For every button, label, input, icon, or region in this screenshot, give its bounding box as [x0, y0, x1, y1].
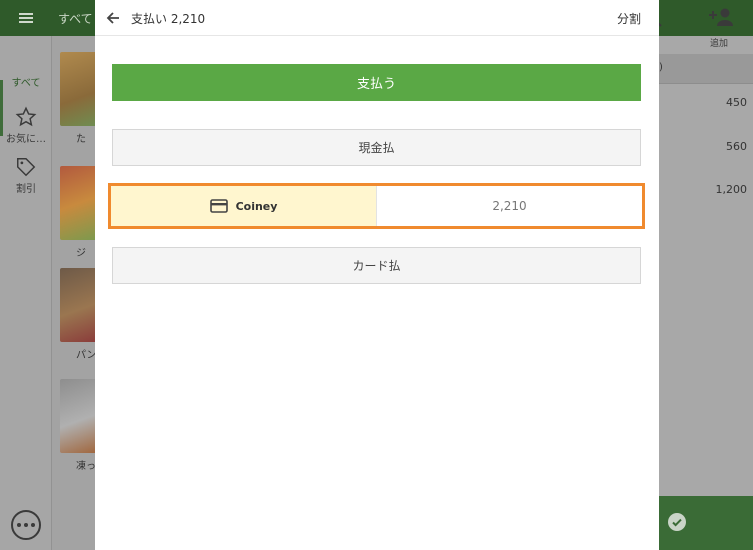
- grid-icon: [17, 54, 35, 72]
- product-image: [60, 379, 100, 453]
- sidebar-item-discount: 割引: [0, 156, 52, 195]
- sidebar-item-all: すべて: [0, 54, 52, 89]
- coiney-payment-row: Coiney 2,210: [108, 183, 645, 229]
- cash-payment-button[interactable]: 現金払: [112, 129, 641, 166]
- dialog-title: 支払い 2,210: [131, 12, 206, 26]
- check-icon: [668, 513, 686, 531]
- product-grid: た ジ パン 凍った: [52, 36, 106, 550]
- order-price: 560: [726, 140, 747, 153]
- product-image: [60, 52, 100, 126]
- product-tile: た: [60, 52, 100, 145]
- add-customer-icon: [709, 8, 733, 26]
- split-button[interactable]: 分割: [617, 10, 641, 27]
- product-tile: ジ: [60, 166, 100, 259]
- coiney-amount-field[interactable]: 2,210: [377, 186, 642, 226]
- product-image: [60, 166, 100, 240]
- product-image: [60, 268, 100, 342]
- category-title: すべて: [58, 12, 93, 26]
- sidebar-item-label: お気に…: [6, 134, 46, 145]
- payment-dialog: 支払い 2,210 分割 支払う 現金払 Coiney 2,210 カード払: [95, 0, 659, 550]
- sidebar-item-label: すべて: [11, 78, 41, 89]
- product-tile: 凍った: [60, 379, 106, 472]
- more-options-icon: [11, 510, 41, 540]
- coiney-label: Coiney: [235, 199, 278, 213]
- add-label: 追加: [710, 39, 729, 49]
- arrow-left-icon: [106, 12, 119, 24]
- order-panel: ) 450 560 1,200: [659, 36, 753, 550]
- card-payment-button[interactable]: カード払: [112, 247, 641, 284]
- sidebar: すべて お気に… 割引: [0, 36, 52, 550]
- product-name: た: [76, 134, 86, 145]
- back-button[interactable]: [103, 8, 123, 28]
- sidebar-item-favorites: お気に…: [0, 106, 52, 145]
- sidebar-item-label: 割引: [16, 184, 36, 195]
- order-price: 1,200: [715, 183, 748, 196]
- product-tile: パン: [60, 268, 100, 361]
- credit-card-icon: [209, 199, 228, 213]
- dialog-header: 支払い 2,210 分割: [95, 0, 659, 36]
- product-name: パン: [76, 350, 97, 361]
- star-icon: [15, 106, 37, 127]
- product-name: ジ: [76, 248, 86, 259]
- menu-icon: [0, 0, 52, 36]
- tag-icon: [17, 158, 36, 177]
- product-name: 凍った: [76, 461, 106, 472]
- coiney-button[interactable]: Coiney: [111, 186, 377, 226]
- pay-button[interactable]: 支払う: [112, 64, 641, 101]
- order-price: 450: [726, 96, 747, 109]
- order-header: ): [659, 54, 753, 84]
